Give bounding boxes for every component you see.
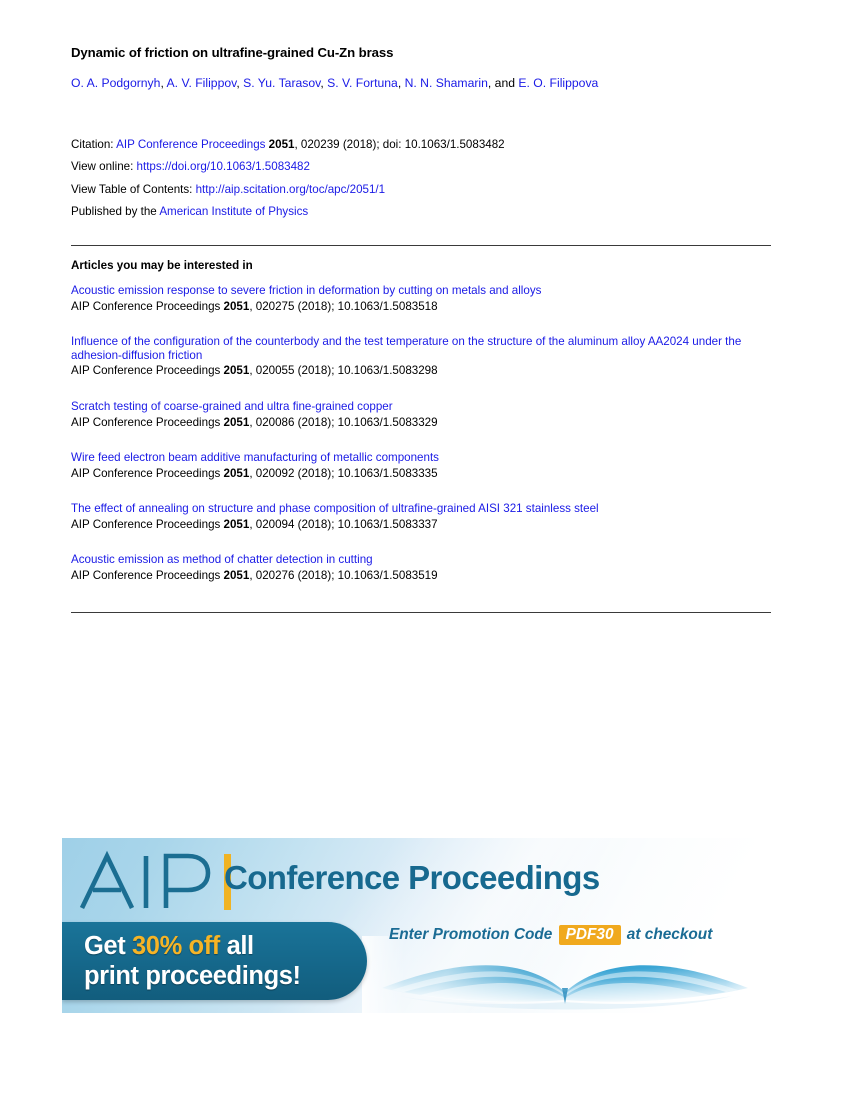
related-articles-heading: Articles you may be interested in: [71, 259, 253, 273]
offer-text: Get 30% off all print proceedings!: [84, 931, 301, 991]
article-meta: AIP Conference Proceedings 2051, 020276 …: [71, 568, 771, 584]
promotion-line: Enter Promotion Code PDF30 at checkout: [389, 925, 712, 945]
publisher-line: Published by the American Institute of P…: [71, 201, 771, 223]
list-item: Acoustic emission as method of chatter d…: [71, 553, 771, 583]
article-meta: AIP Conference Proceedings 2051, 020275 …: [71, 299, 771, 315]
article-journal: AIP Conference Proceedings: [71, 415, 224, 429]
divider-top: [71, 245, 771, 247]
document-content: Dynamic of friction on ultrafine-grained…: [71, 0, 771, 614]
citation-details: , 020239 (2018); doi: 10.1063/1.5083482: [294, 138, 505, 151]
article-title-link[interactable]: Scratch testing of coarse-grained and ul…: [71, 400, 771, 414]
article-title-link[interactable]: Wire feed electron beam additive manufac…: [71, 451, 771, 465]
list-item: Influence of the configuration of the co…: [71, 335, 771, 379]
citation-volume: 2051: [268, 138, 295, 151]
related-articles-list: Acoustic emission response to severe fri…: [71, 284, 771, 583]
offer-prefix: Get: [84, 932, 132, 960]
offer-pill[interactable]: Get 30% off all print proceedings!: [62, 922, 367, 1000]
table-of-contents-line: View Table of Contents: http://aip.scita…: [71, 179, 771, 201]
view-online-link[interactable]: https://doi.org/10.1063/1.5083482: [137, 160, 310, 173]
article-volume: 2051: [223, 364, 250, 378]
citation-label: Citation:: [71, 138, 117, 151]
author-list: O. A. Podgornyh, A. V. Filippov, S. Yu. …: [71, 76, 771, 91]
author-link-2[interactable]: A. V. Filippov: [167, 76, 237, 90]
author-conjunction: , and: [487, 76, 519, 90]
article-meta: AIP Conference Proceedings 2051, 020094 …: [71, 517, 771, 533]
article-meta: AIP Conference Proceedings 2051, 020086 …: [71, 415, 771, 431]
article-journal: AIP Conference Proceedings: [71, 517, 224, 531]
article-title-link[interactable]: Acoustic emission response to severe fri…: [71, 284, 771, 298]
article-meta: AIP Conference Proceedings 2051, 020055 …: [71, 363, 771, 379]
article-details: , 020276 (2018); 10.1063/1.5083519: [249, 568, 438, 582]
offer-highlight: 30% off: [132, 932, 220, 960]
article-details: , 020055 (2018); 10.1063/1.5083298: [249, 364, 438, 378]
list-item: The effect of annealing on structure and…: [71, 502, 771, 532]
article-volume: 2051: [223, 415, 250, 429]
divider-bottom: [71, 612, 771, 614]
author-link-3[interactable]: S. Yu. Tarasov: [243, 76, 320, 90]
article-details: , 020086 (2018); 10.1063/1.5083329: [249, 415, 438, 429]
article-title-link[interactable]: Acoustic emission as method of chatter d…: [71, 553, 771, 567]
promo-suffix: at checkout: [626, 926, 713, 943]
article-journal: AIP Conference Proceedings: [71, 364, 224, 378]
toc-link[interactable]: http://aip.scitation.org/toc/apc/2051/1: [196, 183, 386, 196]
page-title: Dynamic of friction on ultrafine-grained…: [71, 45, 394, 60]
pdf-cover-page: Dynamic of friction on ultrafine-grained…: [0, 0, 850, 1099]
list-item: Wire feed electron beam additive manufac…: [71, 451, 771, 481]
article-volume: 2051: [223, 299, 250, 313]
citation-block: Citation: AIP Conference Proceedings 205…: [71, 134, 771, 223]
banner-brand-line: Conference Proceedings: [224, 859, 600, 896]
article-details: , 020275 (2018); 10.1063/1.5083518: [249, 299, 438, 313]
publisher-link[interactable]: American Institute of Physics: [159, 205, 308, 218]
article-title-link[interactable]: Influence of the configuration of the co…: [71, 335, 771, 362]
open-book-icon: [362, 936, 768, 1013]
offer-line-2: print proceedings!: [84, 962, 301, 990]
article-volume: 2051: [223, 517, 250, 531]
author-link-5[interactable]: N. N. Shamarin: [405, 76, 488, 90]
article-details: , 020094 (2018); 10.1063/1.5083337: [249, 517, 438, 531]
citation-journal-link[interactable]: AIP Conference Proceedings: [116, 138, 265, 151]
author-link-1[interactable]: O. A. Podgornyh: [71, 76, 160, 90]
offer-suffix: all: [219, 932, 255, 960]
article-journal: AIP Conference Proceedings: [71, 568, 224, 582]
toc-label: View Table of Contents:: [71, 182, 196, 196]
promo-prefix: Enter Promotion Code: [389, 926, 553, 943]
view-online-label: View online:: [71, 160, 137, 174]
author-sep-4: ,: [397, 76, 405, 90]
advertisement-banner[interactable]: Conference Proceedings Get 30% off all p…: [62, 838, 768, 1013]
author-link-6[interactable]: E. O. Filippova: [518, 76, 598, 90]
promo-code-badge: PDF30: [558, 925, 621, 945]
citation-line: Citation: AIP Conference Proceedings 205…: [71, 134, 771, 156]
article-volume: 2051: [223, 466, 250, 480]
list-item: Acoustic emission response to severe fri…: [71, 284, 771, 314]
article-journal: AIP Conference Proceedings: [71, 466, 224, 480]
article-journal: AIP Conference Proceedings: [71, 299, 224, 313]
author-link-4[interactable]: S. V. Fortuna: [327, 76, 398, 90]
article-volume: 2051: [223, 568, 250, 582]
view-online-line: View online: https://doi.org/10.1063/1.5…: [71, 156, 771, 178]
list-item: Scratch testing of coarse-grained and ul…: [71, 400, 771, 430]
publisher-label: Published by the: [71, 204, 160, 218]
article-details: , 020092 (2018); 10.1063/1.5083335: [249, 466, 438, 480]
article-title-link[interactable]: The effect of annealing on structure and…: [71, 502, 771, 516]
article-meta: AIP Conference Proceedings 2051, 020092 …: [71, 466, 771, 482]
